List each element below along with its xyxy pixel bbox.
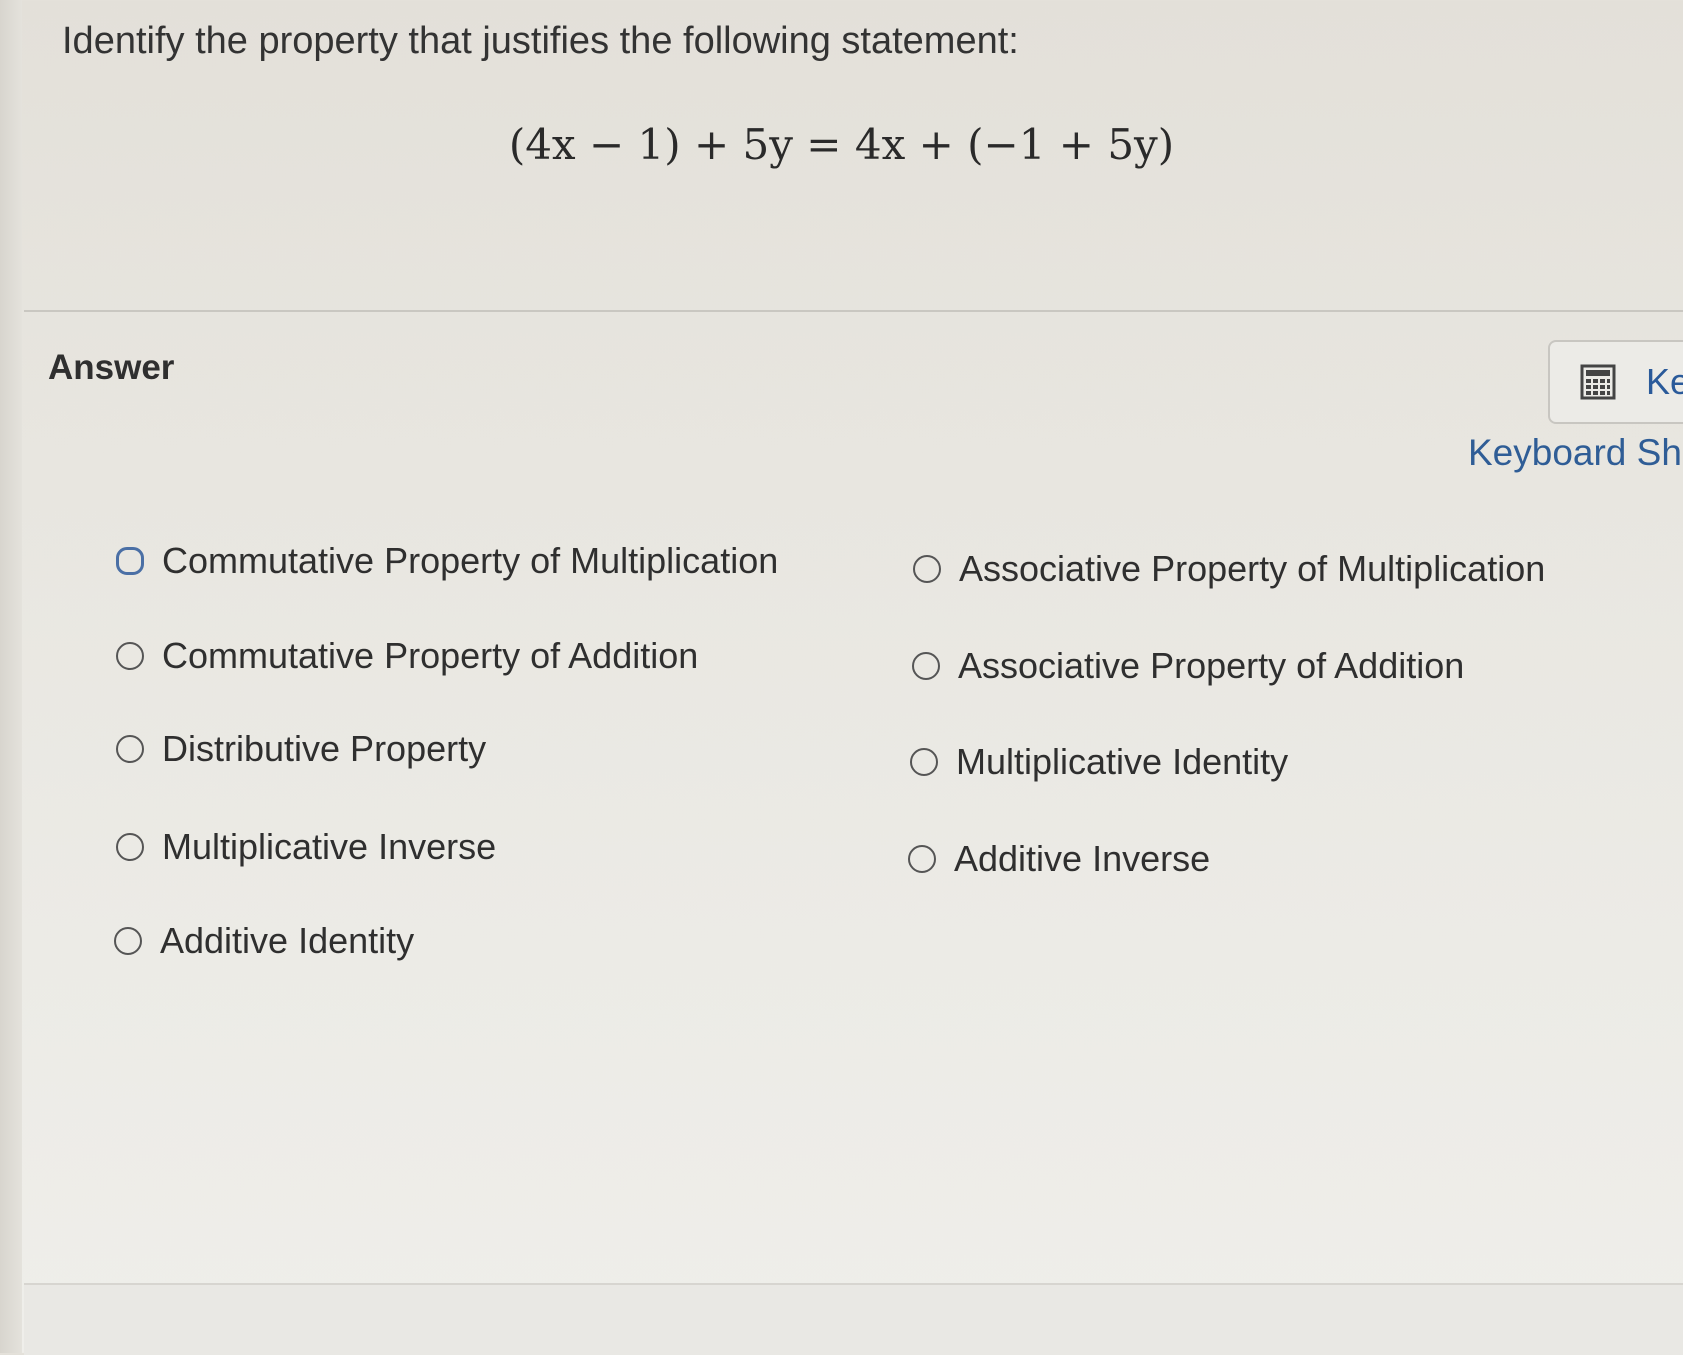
- option-label: Associative Property of Multiplication: [959, 548, 1546, 589]
- equation: (4x − 1) + 5y = 4x + (−1 + 5y): [508, 120, 1175, 169]
- radio-icon[interactable]: [116, 547, 144, 575]
- option-label: Commutative Property of Multiplication: [162, 540, 779, 581]
- radio-icon[interactable]: [913, 555, 941, 583]
- answer-heading: Answer: [48, 348, 175, 387]
- option-label: Additive Identity: [160, 920, 415, 961]
- page-edge: [0, 0, 22, 1353]
- option-associative-multiplication[interactable]: Associative Property of Multiplication: [913, 548, 1545, 590]
- footer-band: [24, 1283, 1683, 1355]
- option-commutative-addition[interactable]: Commutative Property of Addition: [116, 635, 698, 677]
- radio-icon[interactable]: [116, 642, 144, 670]
- option-label: Additive Inverse: [954, 838, 1211, 879]
- keyboard-shortcuts-link[interactable]: Keyboard Sh: [1468, 432, 1682, 474]
- calculator-icon: [1580, 364, 1616, 400]
- option-label: Associative Property of Addition: [958, 645, 1465, 686]
- option-label: Multiplicative Identity: [956, 741, 1289, 782]
- radio-icon[interactable]: [908, 845, 936, 873]
- option-multiplicative-identity[interactable]: Multiplicative Identity: [910, 741, 1288, 783]
- option-additive-inverse[interactable]: Additive Inverse: [908, 838, 1210, 880]
- question-prompt: Identify the property that justifies the…: [62, 20, 1019, 62]
- keypad-label: Ke: [1646, 361, 1683, 402]
- radio-icon[interactable]: [114, 927, 142, 955]
- keypad-button[interactable]: Ke: [1548, 340, 1683, 424]
- option-associative-addition[interactable]: Associative Property of Addition: [912, 645, 1464, 687]
- option-label: Multiplicative Inverse: [162, 826, 497, 867]
- radio-icon[interactable]: [912, 652, 940, 680]
- option-additive-identity[interactable]: Additive Identity: [114, 920, 414, 962]
- option-distributive[interactable]: Distributive Property: [116, 728, 486, 770]
- option-commutative-multiplication[interactable]: Commutative Property of Multiplication: [116, 540, 778, 582]
- divider: [24, 310, 1683, 312]
- radio-icon[interactable]: [116, 735, 144, 763]
- radio-icon[interactable]: [116, 833, 144, 861]
- option-label: Distributive Property: [162, 728, 487, 769]
- option-label: Commutative Property of Addition: [162, 635, 699, 676]
- radio-icon[interactable]: [910, 748, 938, 776]
- option-multiplicative-inverse[interactable]: Multiplicative Inverse: [116, 826, 496, 868]
